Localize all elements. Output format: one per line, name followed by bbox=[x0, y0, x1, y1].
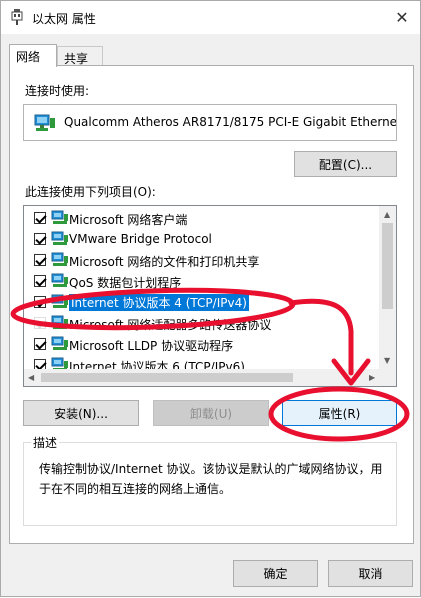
button-label: 卸载(U) bbox=[189, 406, 233, 421]
configure-button[interactable]: 配置(C)... bbox=[294, 151, 397, 177]
horizontal-scrollbar[interactable]: ◀ ▶ bbox=[24, 369, 396, 386]
properties-button[interactable]: 属性(R) bbox=[282, 400, 397, 426]
network-protocol-icon bbox=[51, 336, 68, 350]
scroll-right-icon[interactable]: ▶ bbox=[369, 373, 375, 382]
item-label: Microsoft 网络适配器多路传送器协议 bbox=[69, 318, 272, 332]
scroll-thumb[interactable] bbox=[41, 373, 293, 382]
close-icon: ✕ bbox=[395, 7, 409, 27]
button-label: 确定 bbox=[263, 567, 288, 581]
connect-using-label: 连接时使用: bbox=[25, 84, 90, 98]
adapter-name: Qualcomm Atheros AR8171/8175 PCI-E Gigab… bbox=[64, 115, 397, 129]
scroll-thumb[interactable] bbox=[382, 223, 393, 309]
cancel-button[interactable]: 取消 bbox=[328, 560, 413, 587]
button-label: 配置(C)... bbox=[318, 157, 373, 172]
ok-button[interactable]: 确定 bbox=[233, 560, 318, 587]
item-checkbox[interactable] bbox=[34, 296, 46, 308]
close-button[interactable]: ✕ bbox=[390, 5, 414, 29]
scroll-left-icon[interactable]: ◀ bbox=[28, 373, 34, 382]
item-label: QoS 数据包计划程序 bbox=[69, 276, 182, 290]
network-protocol-icon bbox=[51, 294, 68, 308]
install-button[interactable]: 安装(N)... bbox=[23, 400, 139, 426]
list-item[interactable]: Internet 协议版本 4 (TCP/IPv4) bbox=[24, 292, 379, 313]
item-checkbox[interactable] bbox=[34, 212, 46, 224]
network-service-icon bbox=[51, 273, 68, 287]
list-item[interactable]: VMware Bridge Protocol bbox=[24, 229, 379, 250]
item-label: Microsoft 网络客户端 bbox=[69, 213, 188, 227]
item-label: Microsoft 网络的文件和打印机共享 bbox=[69, 255, 260, 269]
properties-dialog: 以太网 属性 ✕ 网络 共享 连接时使用: Qualcomm Atheros A… bbox=[0, 0, 421, 597]
list-item[interactable]: Microsoft LLDP 协议驱动程序 bbox=[24, 334, 379, 355]
adapter-field: Qualcomm Atheros AR8171/8175 PCI-E Gigab… bbox=[23, 104, 397, 141]
network-service-icon bbox=[51, 252, 68, 266]
vertical-scrollbar[interactable]: ▲ ▼ bbox=[379, 206, 396, 369]
network-protocol-icon bbox=[51, 315, 68, 329]
item-checkbox[interactable] bbox=[34, 233, 46, 245]
scroll-up-icon[interactable]: ▲ bbox=[384, 210, 390, 219]
item-checkbox[interactable] bbox=[34, 254, 46, 266]
tab-sharing[interactable]: 共享 bbox=[57, 46, 103, 66]
items-label: 此连接使用下列项目(O): bbox=[25, 185, 156, 199]
network-adapter-icon bbox=[11, 9, 23, 25]
uninstall-button[interactable]: 卸载(U) bbox=[153, 400, 269, 426]
components-list[interactable]: Microsoft 网络客户端 VMware Bridge Protocol Mic… bbox=[23, 205, 397, 387]
button-label: 安装(N)... bbox=[54, 406, 108, 421]
list-item[interactable]: Microsoft 网络的文件和打印机共享 bbox=[24, 250, 379, 271]
network-protocol-icon bbox=[51, 231, 68, 245]
item-checkbox[interactable] bbox=[34, 338, 46, 350]
button-label: 取消 bbox=[358, 567, 383, 581]
scroll-down-icon[interactable]: ▼ bbox=[384, 356, 390, 365]
title-bar: 以太网 属性 ✕ bbox=[1, 1, 420, 34]
network-client-icon bbox=[51, 210, 68, 224]
window-title: 以太网 属性 bbox=[32, 12, 96, 26]
item-label: Internet 协议版本 4 (TCP/IPv4) bbox=[69, 294, 249, 311]
network-adapter-icon bbox=[34, 114, 55, 131]
item-label: VMware Bridge Protocol bbox=[69, 232, 212, 246]
list-item[interactable]: Microsoft 网络适配器多路传送器协议 bbox=[24, 313, 379, 334]
description-title: 描述 bbox=[31, 434, 60, 451]
button-label: 属性(R) bbox=[318, 406, 361, 421]
item-checkbox[interactable] bbox=[34, 317, 46, 329]
list-item[interactable]: QoS 数据包计划程序 bbox=[24, 271, 379, 292]
item-checkbox[interactable] bbox=[34, 275, 46, 287]
tab-network[interactable]: 网络 bbox=[9, 44, 57, 67]
tab-label: 网络 bbox=[16, 50, 41, 64]
list-item[interactable]: Microsoft 网络客户端 bbox=[24, 208, 379, 229]
description-text: 传输控制协议/Internet 协议。该协议是默认的广域网络协议，用于在不同的相… bbox=[39, 462, 383, 496]
item-label: Microsoft LLDP 协议驱动程序 bbox=[69, 339, 234, 353]
tab-label: 共享 bbox=[64, 52, 89, 66]
